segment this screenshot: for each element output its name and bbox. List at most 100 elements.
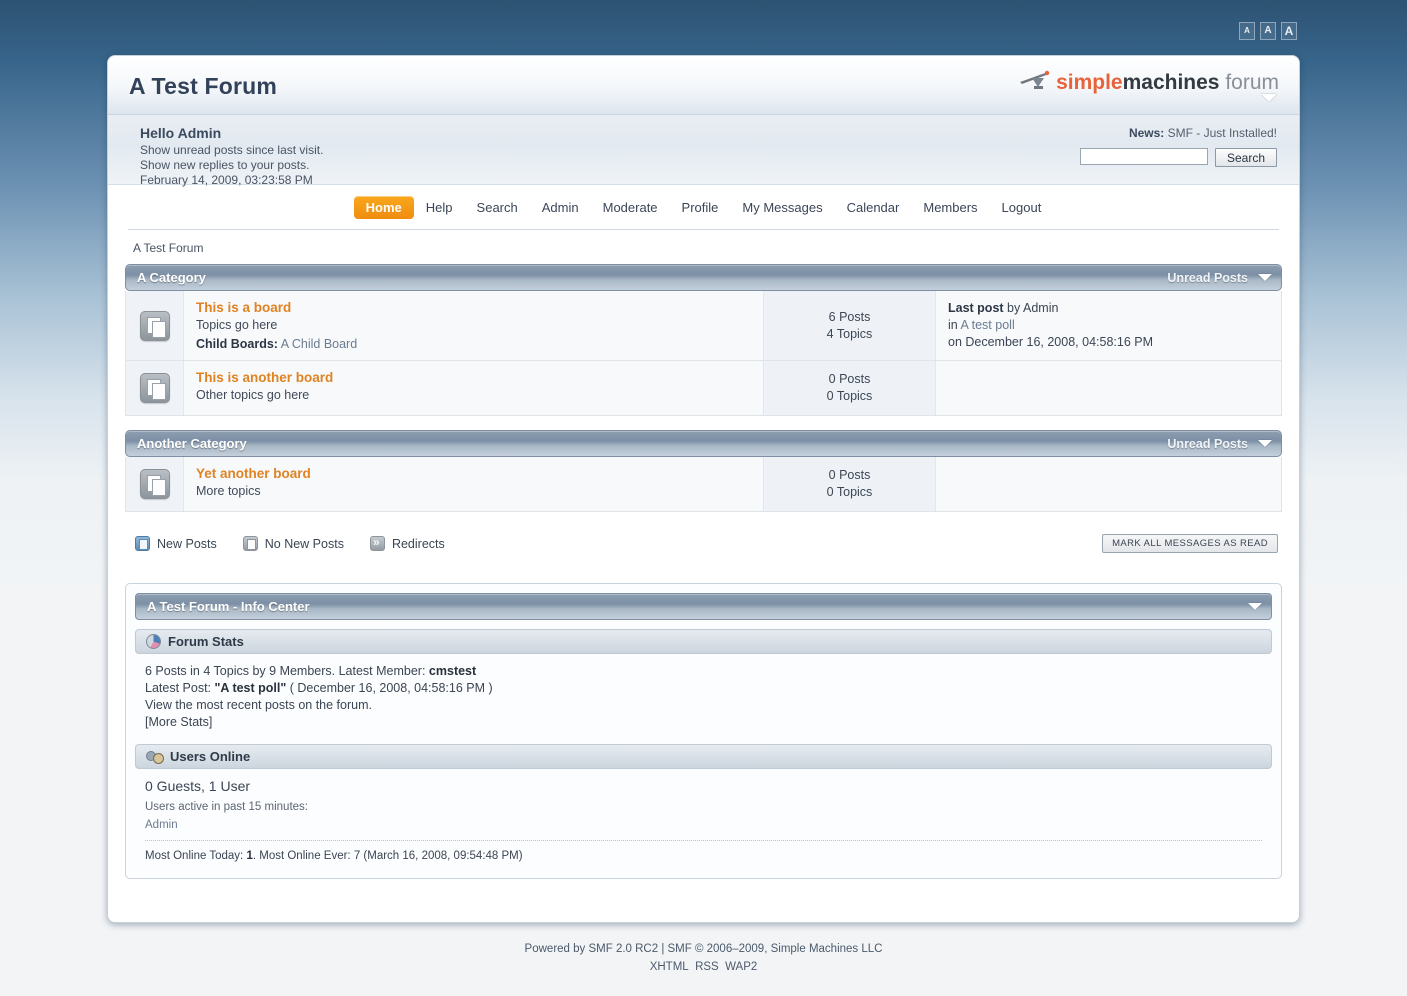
info-center: A Test Forum - Info Center Forum Stats 6… <box>125 583 1282 879</box>
font-size-large-button[interactable]: A <box>1281 22 1297 40</box>
footer-link-xhtml[interactable]: XHTML <box>650 961 689 973</box>
board-icon-cell <box>126 291 184 360</box>
board-post-count: 0 Posts <box>829 371 871 388</box>
latest-post-line: Latest Post: "A test poll" ( December 16… <box>145 680 1262 697</box>
nav-item-my-messages[interactable]: My Messages <box>730 196 834 219</box>
breadcrumb[interactable]: A Test Forum <box>108 230 1299 264</box>
no-new-posts-board-icon[interactable] <box>140 469 170 499</box>
logo-text-simple: simple <box>1056 71 1123 94</box>
category-collapse-chevron-icon[interactable] <box>1258 440 1272 447</box>
nav-item-home[interactable]: Home <box>354 196 414 219</box>
child-board-link[interactable]: A Child Board <box>278 337 357 351</box>
mark-all-messages-read-button[interactable]: MARK ALL MESSAGES AS READ <box>1102 534 1278 553</box>
board-description: Other topics go here <box>196 387 751 403</box>
no-new-posts-board-icon[interactable] <box>140 373 170 403</box>
board-name-link[interactable]: Yet another board <box>196 466 751 481</box>
users-online-body: 0 Guests, 1 User Users active in past 15… <box>135 769 1272 869</box>
page-footer: Powered by SMF 2.0 RC2 | SMF © 2006–2009… <box>0 940 1407 976</box>
latest-post-title-link[interactable]: "A test poll" <box>214 681 286 695</box>
board-index: A Category Unread Posts This is a board Top… <box>108 264 1299 522</box>
nav-item-help[interactable]: Help <box>414 196 465 219</box>
legend-label-no-new-posts: No New Posts <box>265 537 344 551</box>
users-online-header: Users Online <box>135 744 1272 769</box>
news-label: News: <box>1129 126 1164 140</box>
divider <box>145 840 1262 841</box>
footer-link-rss[interactable]: RSS <box>695 961 719 973</box>
online-user-admin-link[interactable]: Admin <box>145 819 178 831</box>
nav-item-members[interactable]: Members <box>911 196 989 219</box>
board-post-count: 6 Posts <box>829 309 871 326</box>
last-post-author[interactable]: by Admin <box>1004 301 1059 315</box>
font-size-medium-button[interactable]: A <box>1260 22 1276 40</box>
last-post-topic-link[interactable]: A test poll <box>961 318 1015 332</box>
latest-post-label: Latest Post: <box>145 681 214 695</box>
no-new-posts-icon <box>243 536 258 551</box>
board-last-post-cell <box>936 457 1281 511</box>
category-collapse-chevron-icon[interactable] <box>1258 274 1272 281</box>
info-center-collapse-chevron-icon[interactable] <box>1248 603 1262 610</box>
latest-post-date: ( December 16, 2008, 04:58:16 PM ) <box>286 681 492 695</box>
nav-item-admin[interactable]: Admin <box>530 196 591 219</box>
nav-item-calendar[interactable]: Calendar <box>835 196 912 219</box>
nav-item-moderate[interactable]: Moderate <box>591 196 670 219</box>
category-title[interactable]: Another Category <box>137 436 247 451</box>
most-online-today-label: Most Online Today: <box>145 850 246 862</box>
board-description: More topics <box>196 483 751 499</box>
font-size-controls: A A A <box>1239 22 1297 40</box>
category-header: Another Category Unread Posts <box>125 430 1282 457</box>
board-description: Topics go here <box>196 317 751 333</box>
user-greeting-block: Hello Admin Show unread posts since last… <box>140 125 323 188</box>
board-info-cell: Yet another board More topics <box>184 457 763 511</box>
new-replies-link[interactable]: Show new replies to your posts. <box>140 158 323 173</box>
header-collapse-chevron-icon[interactable] <box>1261 94 1277 102</box>
board-stats-cell: 0 Posts0 Topics <box>763 361 936 415</box>
page-title: A Test Forum <box>129 73 277 100</box>
footer-link-wap2[interactable]: WAP2 <box>725 961 757 973</box>
board-info-cell: This is another board Other topics go her… <box>184 361 763 415</box>
more-stats-link[interactable]: [More Stats] <box>145 714 1262 731</box>
board-last-post-cell <box>936 361 1281 415</box>
board-name-link[interactable]: This is a board <box>196 300 751 315</box>
users-icon <box>146 749 163 764</box>
logo-mark-icon <box>1018 70 1052 95</box>
board-icon-cell <box>126 457 184 511</box>
forum-container: A Test Forum simplemachines forum Hello … <box>107 55 1300 923</box>
forum-stats-body: 6 Posts in 4 Topics by 9 Members. Latest… <box>135 654 1272 735</box>
last-post-label: Last post <box>948 301 1004 315</box>
board-topic-count: 4 Topics <box>827 326 873 343</box>
category-unread-posts-link[interactable]: Unread Posts <box>1167 271 1248 285</box>
latest-member-link[interactable]: cmstest <box>429 664 476 678</box>
category-title[interactable]: A Category <box>137 270 206 285</box>
last-post-topic-line: in A test poll <box>948 317 1269 334</box>
users-active-label: Users active in past 15 minutes: <box>145 799 1262 816</box>
search-button[interactable]: Search <box>1215 148 1277 167</box>
category-unread-posts-link[interactable]: Unread Posts <box>1167 437 1248 451</box>
search-input[interactable] <box>1080 148 1208 165</box>
nav-item-logout[interactable]: Logout <box>990 196 1054 219</box>
no-new-posts-board-icon[interactable] <box>140 311 170 341</box>
footer-powered-by: Powered by SMF 2.0 RC2 | SMF © 2006–2009… <box>0 940 1407 958</box>
forum-header: A Test Forum simplemachines forum <box>108 56 1299 115</box>
board-name-link[interactable]: This is another board <box>196 370 751 385</box>
forum-stats-heading: Forum Stats <box>168 634 244 649</box>
pie-chart-icon <box>146 634 161 649</box>
category-header: A Category Unread Posts <box>125 264 1282 291</box>
nav-item-search[interactable]: Search <box>465 196 530 219</box>
logo-text-machines: machines <box>1123 71 1220 94</box>
search-area: Search <box>1080 148 1277 167</box>
nav-item-profile[interactable]: Profile <box>670 196 731 219</box>
board-info-cell: This is a boardTopics go hereChild Board… <box>184 291 763 360</box>
smf-logo[interactable]: simplemachines forum <box>1018 70 1279 95</box>
footer-links: XHTML RSS WAP2 <box>0 958 1407 976</box>
news-block: News: SMF - Just Installed! <box>1129 125 1277 140</box>
greeting-text: Hello Admin <box>140 125 323 141</box>
board-topic-count: 0 Topics <box>827 388 873 405</box>
unread-posts-link[interactable]: Show unread posts since last visit. <box>140 143 323 158</box>
news-text: SMF - Just Installed! <box>1164 126 1277 140</box>
recent-posts-link[interactable]: View the most recent posts on the forum. <box>145 697 1262 714</box>
legend-row-wrap: New Posts No New Posts Redirects MARK AL… <box>108 522 1299 569</box>
board-topic-count: 0 Topics <box>827 484 873 501</box>
board-stats-cell: 6 Posts4 Topics <box>763 291 936 360</box>
font-size-small-button[interactable]: A <box>1239 22 1255 40</box>
legend-label-redirects: Redirects <box>392 537 445 551</box>
